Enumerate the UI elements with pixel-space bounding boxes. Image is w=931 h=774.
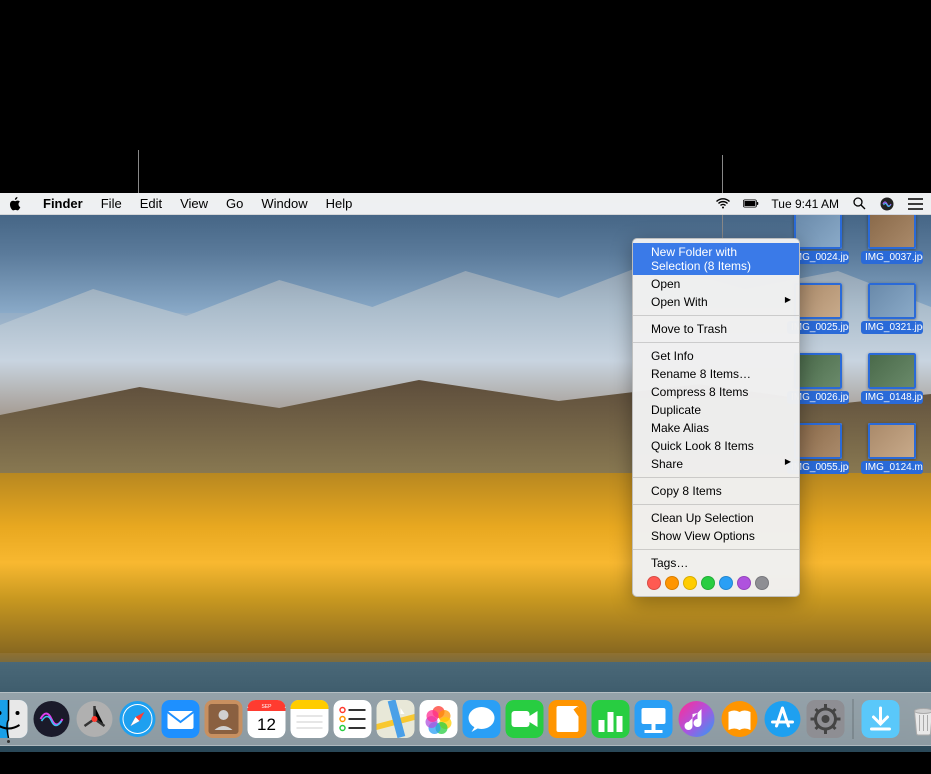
menubar: Finder File Edit View Go Window Help Tue… <box>0 193 931 215</box>
context-menu: New Folder with Selection (8 Items)OpenO… <box>632 238 800 597</box>
file-label: IMG_0037.jpg <box>861 251 923 264</box>
dock-pages[interactable] <box>547 699 587 739</box>
tag-color-dot[interactable] <box>719 576 733 590</box>
menubar-app-name[interactable]: Finder <box>34 194 92 213</box>
context-menu-item[interactable]: Share <box>633 455 799 473</box>
menubar-left: Finder File Edit View Go Window Help <box>8 194 361 213</box>
context-menu-item[interactable]: Compress 8 Items <box>633 383 799 401</box>
dock-siri[interactable] <box>31 699 71 739</box>
dock-appstore[interactable] <box>762 699 802 739</box>
context-menu-item[interactable]: Get Info <box>633 347 799 365</box>
context-menu-item[interactable]: Duplicate <box>633 401 799 419</box>
menubar-file[interactable]: File <box>92 194 131 213</box>
dock-downloads[interactable] <box>860 699 900 739</box>
context-menu-separator <box>633 504 799 505</box>
tag-color-dot[interactable] <box>647 576 661 590</box>
file-label: IMG_0124.m4v <box>861 461 923 474</box>
dock-separator <box>852 699 853 739</box>
siri-icon[interactable] <box>879 197 895 211</box>
spotlight-icon[interactable] <box>851 197 867 211</box>
dock-notes[interactable] <box>289 699 329 739</box>
dock-photos[interactable] <box>418 699 458 739</box>
dock-launchpad[interactable] <box>74 699 114 739</box>
context-menu-item[interactable]: Open With <box>633 293 799 311</box>
apple-menu-icon[interactable] <box>8 197 34 211</box>
dock-trash[interactable] <box>903 699 931 739</box>
context-menu-item[interactable]: Quick Look 8 Items <box>633 437 799 455</box>
dock-ibooks[interactable] <box>719 699 759 739</box>
callout-line-view <box>138 150 139 193</box>
menubar-go[interactable]: Go <box>217 194 252 213</box>
notification-center-icon[interactable] <box>907 197 923 211</box>
dock-numbers[interactable] <box>590 699 630 739</box>
dock: SEP 12 <box>0 692 931 746</box>
context-menu-item[interactable]: Show View Options <box>633 527 799 545</box>
svg-text:12: 12 <box>257 715 276 734</box>
menubar-view[interactable]: View <box>171 194 217 213</box>
context-menu-item[interactable]: Move to Trash <box>633 320 799 338</box>
menubar-clock[interactable]: Tue 9:41 AM <box>771 197 839 211</box>
dock-reminders[interactable] <box>332 699 372 739</box>
dock-facetime[interactable] <box>504 699 544 739</box>
menubar-right: Tue 9:41 AM <box>715 197 923 211</box>
dock-system-preferences[interactable] <box>805 699 845 739</box>
context-menu-separator <box>633 315 799 316</box>
tag-color-dot[interactable] <box>701 576 715 590</box>
dock-mail[interactable] <box>160 699 200 739</box>
file-label: IMG_0321.jpg <box>861 321 923 334</box>
menubar-window[interactable]: Window <box>252 194 316 213</box>
context-menu-separator <box>633 549 799 550</box>
tag-color-dot[interactable] <box>737 576 751 590</box>
desktop-file[interactable]: IMG_0321.jpg <box>861 283 923 339</box>
dock-calendar[interactable]: SEP 12 <box>246 699 286 739</box>
desktop-file[interactable]: IMG_0037.jpg <box>861 213 923 269</box>
dock-keynote[interactable] <box>633 699 673 739</box>
battery-icon[interactable] <box>743 197 759 211</box>
context-menu-separator <box>633 477 799 478</box>
file-label: IMG_0148.jpg <box>861 391 923 404</box>
desktop-file[interactable]: IMG_0124.m4v <box>861 423 923 479</box>
tag-color-dot[interactable] <box>665 576 679 590</box>
context-menu-item[interactable]: Tags… <box>633 554 799 572</box>
context-menu-item[interactable]: Copy 8 Items <box>633 482 799 500</box>
svg-text:SEP: SEP <box>261 704 272 710</box>
tag-color-dot[interactable] <box>683 576 697 590</box>
wifi-icon[interactable] <box>715 197 731 211</box>
dock-safari[interactable] <box>117 699 157 739</box>
dock-maps[interactable] <box>375 699 415 739</box>
context-menu-item[interactable]: Rename 8 Items… <box>633 365 799 383</box>
dock-messages[interactable] <box>461 699 501 739</box>
context-menu-item[interactable]: Make Alias <box>633 419 799 437</box>
context-menu-separator <box>633 342 799 343</box>
context-menu-item[interactable]: Open <box>633 275 799 293</box>
desktop-file[interactable]: IMG_0148.jpg <box>861 353 923 409</box>
context-menu-tags <box>633 572 799 592</box>
dock-itunes[interactable] <box>676 699 716 739</box>
context-menu-item[interactable]: New Folder with Selection (8 Items) <box>633 243 799 275</box>
dock-finder[interactable] <box>0 699 28 739</box>
tag-color-dot[interactable] <box>755 576 769 590</box>
menubar-help[interactable]: Help <box>317 194 362 213</box>
menubar-edit[interactable]: Edit <box>131 194 171 213</box>
dock-contacts[interactable] <box>203 699 243 739</box>
context-menu-item[interactable]: Clean Up Selection <box>633 509 799 527</box>
